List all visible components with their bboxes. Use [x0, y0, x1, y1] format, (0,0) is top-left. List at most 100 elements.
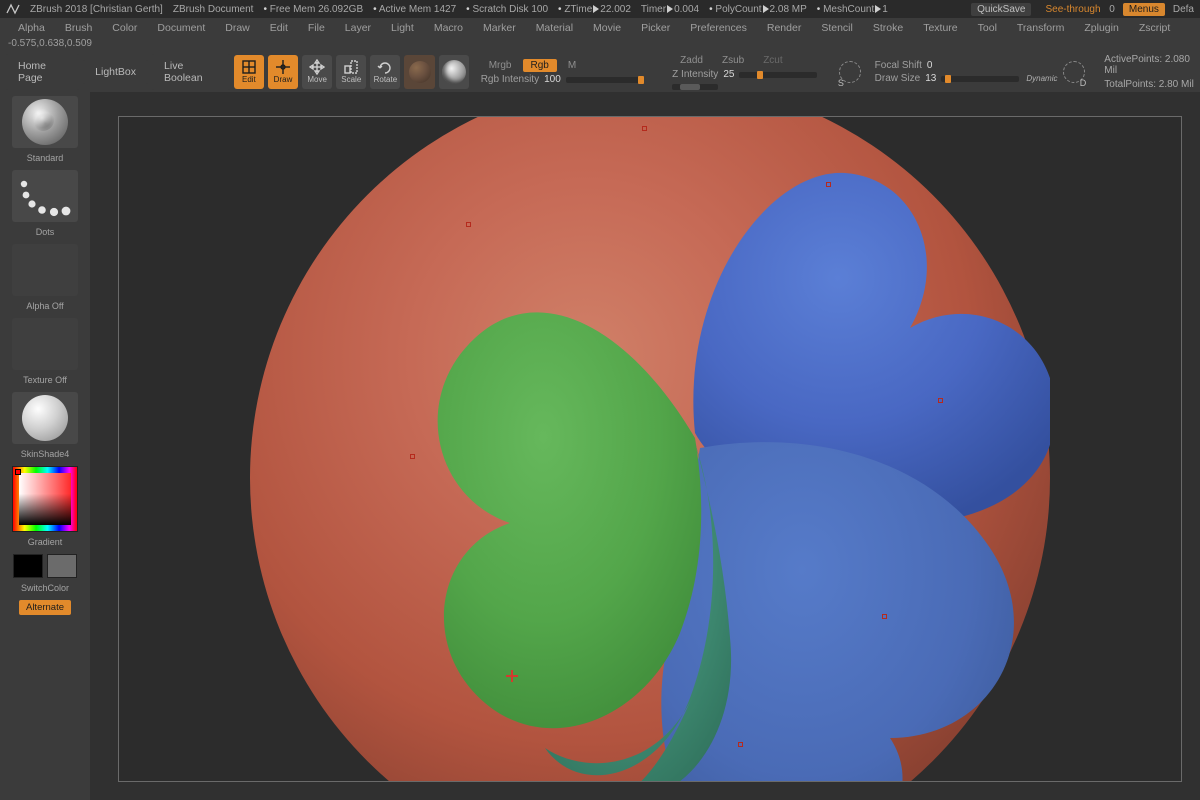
focal-shift-label: Focal Shift [875, 60, 922, 71]
draw-size-value: 13 [925, 73, 936, 84]
menu-brush[interactable]: Brush [55, 20, 102, 36]
mrgb-preview-button[interactable] [439, 55, 469, 89]
rgb-intensity-value: 100 [544, 74, 561, 85]
rotate-icon [377, 60, 393, 74]
menu-light[interactable]: Light [381, 20, 424, 36]
color-picker-marker-icon [15, 469, 21, 475]
stroke-label: Dots [4, 225, 86, 241]
alternate-button[interactable]: Alternate [19, 600, 71, 615]
menu-document[interactable]: Document [147, 20, 215, 36]
brush-selector[interactable] [12, 96, 78, 148]
rgb-intensity-slider[interactable] [566, 77, 644, 83]
status-scratch: • Scratch Disk 100 [466, 4, 548, 15]
draw-size-slider[interactable] [941, 76, 1019, 82]
brush-preview-icon [22, 99, 68, 145]
menu-color[interactable]: Color [102, 20, 147, 36]
lightbox-button[interactable]: LightBox [83, 60, 148, 84]
status-ztime: • ZTime22.002 [558, 4, 631, 15]
live-boolean-button[interactable]: Live Boolean [152, 54, 230, 90]
zadd-toggle[interactable]: Zadd [672, 54, 711, 67]
transform-handle[interactable] [466, 222, 471, 227]
rotate-mode-button[interactable]: Rotate [370, 55, 400, 89]
material-preview-button[interactable] [404, 55, 434, 89]
draw-mode-button[interactable]: Draw [268, 55, 298, 89]
transform-handle[interactable] [938, 398, 943, 403]
texture-selector[interactable] [12, 318, 78, 370]
menu-render[interactable]: Render [757, 20, 811, 36]
default-layout-button[interactable]: Defa [1173, 4, 1194, 15]
menu-material[interactable]: Material [526, 20, 583, 36]
status-polycount: • PolyCount2.08 MP [709, 4, 807, 15]
switchcolor-button[interactable]: SwitchColor [4, 581, 86, 597]
menu-alpha[interactable]: Alpha [8, 20, 55, 36]
edit-mode-button[interactable]: Edit [234, 55, 264, 89]
menus-button[interactable]: Menus [1123, 3, 1165, 16]
z-intensity-label: Z Intensity [672, 69, 718, 80]
menu-zplugin[interactable]: Zplugin [1074, 20, 1128, 36]
draw-size-label: Draw Size [875, 73, 921, 84]
menu-texture[interactable]: Texture [913, 20, 967, 36]
rgb-intensity-label: Rgb Intensity [481, 74, 539, 85]
zcut-toggle[interactable]: Zcut [755, 54, 790, 67]
menu-picker[interactable]: Picker [631, 20, 680, 36]
alpha-selector[interactable] [12, 244, 78, 296]
transform-handle[interactable] [410, 454, 415, 459]
texture-label: Texture Off [4, 373, 86, 389]
z-intensity-value: 25 [723, 69, 734, 80]
menu-file[interactable]: File [298, 20, 335, 36]
draw-size-icon: D [1061, 58, 1086, 86]
status-meshcount: • MeshCount1 [817, 4, 888, 15]
swirl-icon [442, 60, 466, 84]
alt-swatch[interactable] [47, 554, 77, 578]
move-mode-button[interactable]: Move [302, 55, 332, 89]
menu-edit[interactable]: Edit [260, 20, 298, 36]
color-picker[interactable] [12, 466, 78, 532]
focal-shift-value: 0 [927, 60, 933, 71]
focal-shift-icon: S [838, 58, 863, 86]
app-logo-icon [6, 2, 20, 16]
transform-handle[interactable] [642, 126, 647, 131]
main-swatch[interactable] [13, 554, 43, 578]
menu-transform[interactable]: Transform [1007, 20, 1074, 36]
coordinate-readout: -0.575,0.638,0.509 [0, 38, 1200, 52]
quicksave-button[interactable]: QuickSave [971, 3, 1031, 16]
menu-bar: Alpha Brush Color Document Draw Edit Fil… [0, 18, 1200, 38]
mrgb-toggle[interactable]: Mrgb [481, 59, 520, 72]
transform-handle[interactable] [882, 614, 887, 619]
z-intensity-scrollbar[interactable] [672, 84, 718, 90]
dots-stroke-icon [12, 170, 78, 222]
menu-draw[interactable]: Draw [215, 20, 260, 36]
transform-handle[interactable] [738, 742, 743, 747]
app-title: ZBrush 2018 [Christian Gerth] [30, 4, 163, 15]
material-selector[interactable] [12, 392, 78, 444]
menu-marker[interactable]: Marker [473, 20, 526, 36]
dynamic-toggle[interactable]: Dynamic [1026, 74, 1057, 83]
active-points-readout: ActivePoints: 2.080 Mil [1104, 54, 1194, 76]
menu-tool[interactable]: Tool [968, 20, 1007, 36]
edit-icon [241, 60, 257, 74]
polypaint-overlay-icon [250, 116, 1050, 782]
menu-movie[interactable]: Movie [583, 20, 631, 36]
home-page-button[interactable]: Home Page [6, 54, 79, 90]
menu-zscript[interactable]: Zscript [1129, 20, 1181, 36]
rgb-toggle[interactable]: Rgb [523, 59, 557, 72]
top-toolbar: Home Page LightBox Live Boolean Edit Dra… [0, 52, 1200, 92]
m-toggle[interactable]: M [560, 59, 584, 72]
document-frame [118, 116, 1182, 782]
scale-mode-button[interactable]: Scale [336, 55, 366, 89]
stroke-selector[interactable] [12, 170, 78, 222]
draw-icon [275, 60, 291, 74]
canvas-area[interactable] [90, 92, 1200, 800]
menu-macro[interactable]: Macro [424, 20, 473, 36]
transform-handle[interactable] [826, 182, 831, 187]
seethrough-slider[interactable]: See-through 0 [1039, 4, 1114, 15]
zsub-toggle[interactable]: Zsub [714, 54, 752, 67]
menu-stroke[interactable]: Stroke [863, 20, 913, 36]
menu-preferences[interactable]: Preferences [680, 20, 757, 36]
menu-layer[interactable]: Layer [335, 20, 381, 36]
mesh-sphere[interactable] [250, 116, 1050, 782]
gradient-label[interactable]: Gradient [4, 535, 86, 551]
menu-stencil[interactable]: Stencil [811, 20, 863, 36]
z-intensity-slider[interactable] [739, 72, 817, 78]
total-points-readout: TotalPoints: 2.80 Mil [1104, 79, 1194, 90]
